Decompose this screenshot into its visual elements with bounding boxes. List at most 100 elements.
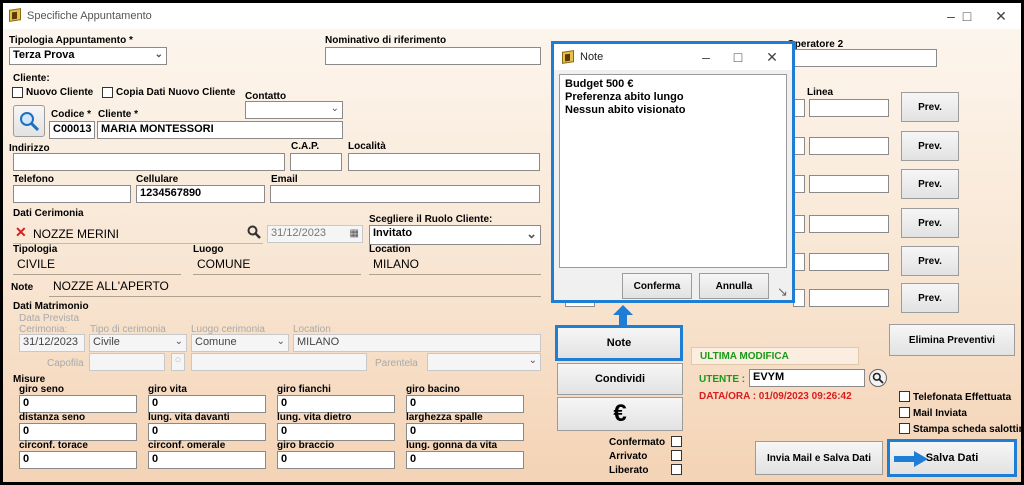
stampa-scheda-checkbox[interactable] [899,423,910,434]
misura-label: circonf. omerale [148,440,226,451]
email-input[interactable] [270,185,540,203]
note-textarea[interactable]: Budget 500 € Preferenza abito lungo Ness… [559,74,787,268]
misura-input-giro-seno[interactable]: 0 [19,395,137,413]
chevron-down-icon: ⌄ [526,226,537,241]
misura-input-circonf-omerale[interactable]: 0 [148,451,266,469]
matrimonio-location-input[interactable]: MILANO [293,334,541,352]
chevron-down-icon: ⌄ [330,103,339,114]
capofila-clear-button[interactable]: ○ [171,353,185,371]
search-client-button[interactable] [13,105,45,137]
misura-input-circonf-torace[interactable]: 0 [19,451,137,469]
note-maximize-button[interactable]: □ [720,46,756,68]
misura-input-giro-fianchi[interactable]: 0 [277,395,395,413]
tipologia-appuntamento-value: Terza Prova [13,49,75,61]
maximize-button[interactable]: □ [949,5,985,27]
close-button[interactable]: ✕ [983,5,1019,27]
ruolo-value: Invitato [373,227,413,239]
note-line: Budget 500 € [565,78,634,90]
cap-input[interactable] [290,153,342,171]
indirizzo-input[interactable] [13,153,285,171]
salva-dati-button[interactable]: Salva Dati [887,439,1017,477]
misura-input-giro-braccio[interactable]: 0 [277,451,395,469]
misura-input-larghezza-spalle[interactable]: 0 [406,423,524,441]
linea-input-6[interactable] [809,289,889,307]
parentela-select[interactable]: ⌄ [427,353,541,371]
euro-button[interactable]: € [557,397,683,431]
capofila-input[interactable] [89,353,165,371]
resize-grip-icon[interactable]: ↘ [777,284,788,300]
linea-label: Linea [807,87,834,98]
chevron-down-icon: ⌄ [276,336,285,347]
misura-input-distanza-seno[interactable]: 0 [19,423,137,441]
arrivato-checkbox[interactable] [671,450,682,461]
misura-label: lung. vita dietro [277,412,352,423]
tipologia-appuntamento-select[interactable]: Terza Prova ⌄ [9,47,167,65]
nominativo-input[interactable] [325,47,541,65]
nuovo-cliente-checkbox[interactable] [12,87,23,98]
luogo-label: Luogo [193,244,224,255]
conferma-button[interactable]: Conferma [622,273,692,299]
prev-button-3[interactable]: Prev. [901,169,959,199]
note-button[interactable]: Note [555,325,683,361]
cerimonia-name-field[interactable]: ✕ NOZZE MERINI [13,224,263,244]
telefonata-checkbox[interactable] [899,391,910,402]
location-label: Location [369,244,411,255]
misura-input-vita-davanti[interactable]: 0 [148,423,266,441]
linea-input-1[interactable] [809,99,889,117]
tipologia-label: Tipologia [13,244,58,255]
tipo-cerimonia-select[interactable]: Civile ⌄ [89,334,187,352]
cerimonia-name-value: NOZZE MERINI [33,227,119,241]
arrow-right-icon [894,451,928,467]
confermato-checkbox[interactable] [671,436,682,447]
matrimonio-date-input[interactable]: 31/12/2023 [19,334,85,352]
misura-input-lung-gonna[interactable]: 0 [406,451,524,469]
misura-label: giro fianchi [277,384,331,395]
note-line: Nessun abito visionato [565,104,686,116]
copia-dati-checkbox[interactable] [102,87,113,98]
tipo-cerimonia-value: Civile [93,336,120,348]
invia-mail-salva-button[interactable]: Invia Mail e Salva Dati [755,441,883,475]
misura-label: giro seno [19,384,65,395]
ultima-modifica-box: ULTIMA MODIFICA [691,347,859,365]
note-cerimonia-value: NOZZE ALL'APERTO [49,279,541,297]
appointment-window: Specifiche Appuntamento – □ ✕ Tipologia … [3,3,1021,482]
misura-input-vita-dietro[interactable]: 0 [277,423,395,441]
localita-input[interactable] [348,153,540,171]
data-ora-label: DATA/ORA : 01/09/2023 09:26:42 [699,391,852,402]
search-icon[interactable] [247,225,261,242]
nominativo-label: Nominativo di riferimento [325,35,447,46]
capofila-name-input[interactable] [191,353,367,371]
linea-input-4[interactable] [809,215,889,233]
linea-input-2[interactable] [809,137,889,155]
cellulare-input[interactable]: 1234567890 [136,185,265,203]
mail-inviata-checkbox[interactable] [899,407,910,418]
window-title: Specifiche Appuntamento [27,10,152,22]
luogo-cerimonia-select[interactable]: Comune ⌄ [191,334,289,352]
linea-input-5[interactable] [809,253,889,271]
condividi-button[interactable]: Condividi [557,363,683,395]
prev-button-4[interactable]: Prev. [901,208,959,238]
contatto-select[interactable]: ⌄ [245,101,343,119]
prev-button-5[interactable]: Prev. [901,246,959,276]
note-minimize-button[interactable]: – [688,46,724,68]
misura-input-giro-bacino[interactable]: 0 [406,395,524,413]
liberato-checkbox[interactable] [671,464,682,475]
elimina-preventivi-button[interactable]: Elimina Preventivi [889,324,1015,356]
codice-input[interactable]: C00013 [49,121,95,139]
prev-button-2[interactable]: Prev. [901,131,959,161]
note-close-button[interactable]: ✕ [754,46,790,68]
ruolo-select[interactable]: Invitato ⌄ [369,225,541,245]
cliente-name-input[interactable]: MARIA MONTESSORI [97,121,343,139]
misura-label: giro bacino [406,384,460,395]
telefono-input[interactable] [13,185,131,203]
annulla-button[interactable]: Annulla [699,273,769,299]
remove-icon[interactable]: ✕ [15,224,27,241]
prev-button-1[interactable]: Prev. [901,92,959,122]
cerimonia-date-input[interactable]: 31/12/2023 ▦ [267,225,363,243]
utente-input[interactable]: EVYM [749,369,865,387]
utente-search-button[interactable] [869,369,887,387]
chevron-down-icon: ⌄ [154,49,163,60]
linea-input-3[interactable] [809,175,889,193]
misura-input-giro-vita[interactable]: 0 [148,395,266,413]
prev-button-6[interactable]: Prev. [901,283,959,313]
